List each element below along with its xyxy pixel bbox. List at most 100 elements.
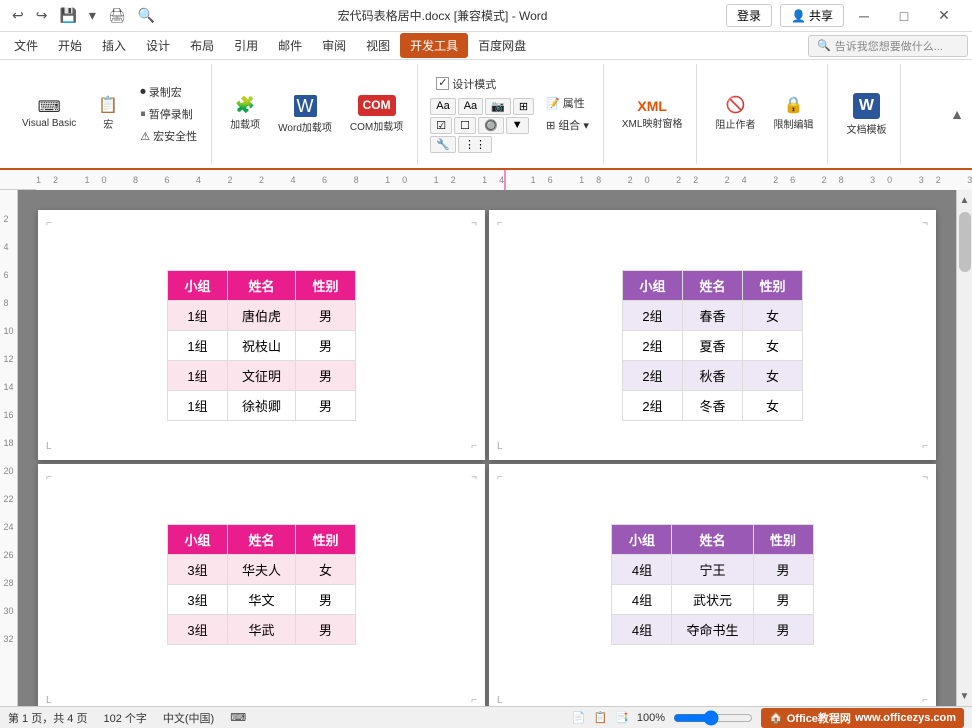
table3-row3-group: 3组 — [167, 615, 227, 645]
block-icon: 🚫 — [725, 98, 745, 114]
corner-br-1: ⌐ — [471, 441, 477, 452]
redo-btn[interactable]: ↪ — [32, 5, 52, 26]
table2-header-gender: 性别 — [743, 271, 803, 301]
record-icon: ⏺ — [140, 86, 146, 99]
table-2: 小组 姓名 性别 2组 春香 女 2组 夏香 女 2 — [622, 270, 803, 421]
ctrl-btn-9[interactable]: 🔧 — [430, 136, 456, 153]
customize-btn[interactable]: ▾ — [85, 5, 100, 26]
zoom-slider[interactable] — [673, 710, 753, 726]
word-template-icon: W — [853, 93, 880, 119]
table1-header-group: 小组 — [167, 271, 227, 301]
pause-recording-btn[interactable]: ⏸ 暂停录制 — [134, 104, 203, 124]
close-btn[interactable]: ✕ — [924, 0, 964, 32]
undo-btn[interactable]: ↩ — [8, 5, 28, 26]
ctrl-btn-3[interactable]: 📷 — [485, 98, 511, 115]
ribbon-collapse-btn[interactable]: ▲ — [950, 106, 964, 122]
table2-row4-name: 冬香 — [683, 391, 743, 421]
print-btn[interactable]: 🖨 — [104, 5, 130, 26]
menu-home[interactable]: 开始 — [48, 33, 92, 58]
table1-row1-gender: 男 — [296, 301, 356, 331]
block-authors-btn[interactable]: 🚫 阻止作者 — [709, 95, 761, 134]
ctrl-btn-7[interactable]: 🔘 — [478, 117, 504, 134]
menu-file[interactable]: 文件 — [4, 33, 48, 58]
table2-row3-group: 2组 — [623, 361, 683, 391]
scroll-down-btn[interactable]: ▼ — [957, 688, 972, 704]
scroll-up-btn[interactable]: ▲ — [957, 192, 972, 208]
corner-bl-2: L — [497, 441, 503, 452]
corner-bl-4: L — [497, 695, 503, 706]
page-1: ⌐ ¬ 小组 姓名 性别 1组 唐伯虎 男 1组 祝枝 — [38, 210, 485, 460]
view-read-btn[interactable]: 📋 — [594, 711, 608, 724]
macro-security-btn[interactable]: ⚠ 宏安全性 — [134, 126, 203, 146]
table1-row4-gender: 男 — [296, 391, 356, 421]
ctrl-btn-6[interactable]: ☐ — [454, 117, 476, 134]
properties-btn[interactable]: 📝 属性 — [540, 93, 595, 113]
vertical-scrollbar[interactable]: ▲ ▼ — [956, 190, 972, 706]
corner-tr-4: ¬ — [922, 472, 928, 483]
design-mode-btn[interactable]: 设计模式 — [430, 74, 534, 94]
lock-icon: 🔒 — [783, 98, 803, 114]
menu-design[interactable]: 设计 — [136, 33, 180, 58]
table4-row1-name: 宁王 — [672, 555, 753, 585]
menu-view[interactable]: 视图 — [356, 33, 400, 58]
table1-row1-group: 1组 — [167, 301, 227, 331]
menu-review[interactable]: 审阅 — [312, 33, 356, 58]
com-addins-btn[interactable]: COM COM加载项 — [344, 92, 409, 135]
properties-icon: 📝 — [546, 97, 560, 110]
table2-row2-name: 夏香 — [683, 331, 743, 361]
ctrl-btn-5[interactable]: ☑ — [430, 117, 452, 134]
corner-tl-3: ⌐ — [46, 472, 52, 483]
ctrl-btn-4[interactable]: ⊞ — [513, 98, 534, 115]
scroll-thumb[interactable] — [959, 212, 971, 272]
ctrl-btn-1[interactable]: Aa — [430, 98, 455, 115]
xml-mapping-btn[interactable]: XML XML映射窗格 — [616, 96, 689, 133]
menu-layout[interactable]: 布局 — [180, 33, 224, 58]
table2-row3-gender: 女 — [743, 361, 803, 391]
table4-row3-group: 4组 — [612, 615, 672, 645]
combine-btn[interactable]: ⊞ 组合 ▾ — [540, 115, 595, 135]
language: 中文(中国) — [163, 710, 214, 726]
table4-header-group: 小组 — [612, 525, 672, 555]
corner-tr-1: ¬ — [471, 218, 477, 229]
addins-btn[interactable]: 🧩 加载项 — [224, 95, 266, 134]
table4-row3-gender: 男 — [753, 615, 813, 645]
signin-button[interactable]: 登录 — [726, 4, 772, 27]
menu-references[interactable]: 引用 — [224, 33, 268, 58]
office-badge: 🏠 Office教程网 www.officezys.com — [761, 708, 964, 728]
table4-row3-name: 夺命书生 — [672, 615, 753, 645]
doc-template-btn[interactable]: W 文档模板 — [840, 90, 892, 139]
maximize-btn[interactable]: □ — [884, 0, 924, 32]
menu-insert[interactable]: 插入 — [92, 33, 136, 58]
search-bar[interactable]: 🔍 告诉我您想要做什么... — [808, 35, 968, 57]
corner-tl-4: ⌐ — [497, 472, 503, 483]
share-icon: 👤 — [791, 9, 806, 23]
table1-row2-gender: 男 — [296, 331, 356, 361]
table2-row1-name: 春香 — [683, 301, 743, 331]
ctrl-btn-2[interactable]: Aa — [458, 98, 483, 115]
word-addins-btn[interactable]: W Word加载项 — [272, 92, 338, 137]
corner-bl-3: L — [46, 695, 52, 706]
pause-icon: ⏸ — [140, 108, 146, 121]
menu-baidu[interactable]: 百度网盘 — [468, 33, 536, 58]
view-web-btn[interactable]: 📑 — [615, 711, 629, 724]
macro-btn[interactable]: 📋 宏 — [88, 95, 128, 134]
ctrl-btn-8[interactable]: ▼ — [506, 117, 529, 134]
corner-br-4: ⌐ — [922, 695, 928, 706]
restrict-edit-btn[interactable]: 🔒 限制编辑 — [767, 95, 819, 134]
table4-row1-group: 4组 — [612, 555, 672, 585]
preview-btn[interactable]: 🔍 — [134, 5, 159, 26]
macro-icon: 📋 — [98, 98, 118, 114]
menu-developer[interactable]: 开发工具 — [400, 33, 468, 58]
view-print-btn[interactable]: 📄 — [572, 711, 586, 724]
visual-basic-btn[interactable]: ⌨ Visual Basic — [16, 97, 82, 132]
ctrl-btn-10[interactable]: ⋮⋮ — [458, 136, 492, 153]
page-4: ⌐ ¬ 小组 姓名 性别 4组 宁王 男 4组 武状元 — [489, 464, 936, 706]
save-btn[interactable]: 💾 — [55, 5, 80, 26]
ribbon-group-addins: 🧩 加载项 W Word加载项 COM COM加载项 加载项 — [216, 64, 418, 164]
table3-row2-gender: 男 — [296, 585, 356, 615]
record-macro-btn[interactable]: ⏺ 录制宏 — [134, 82, 203, 102]
table3-row2-group: 3组 — [167, 585, 227, 615]
menu-mail[interactable]: 邮件 — [268, 33, 312, 58]
share-button[interactable]: 👤 共享 — [780, 4, 844, 27]
minimize-btn[interactable]: ─ — [844, 0, 884, 32]
